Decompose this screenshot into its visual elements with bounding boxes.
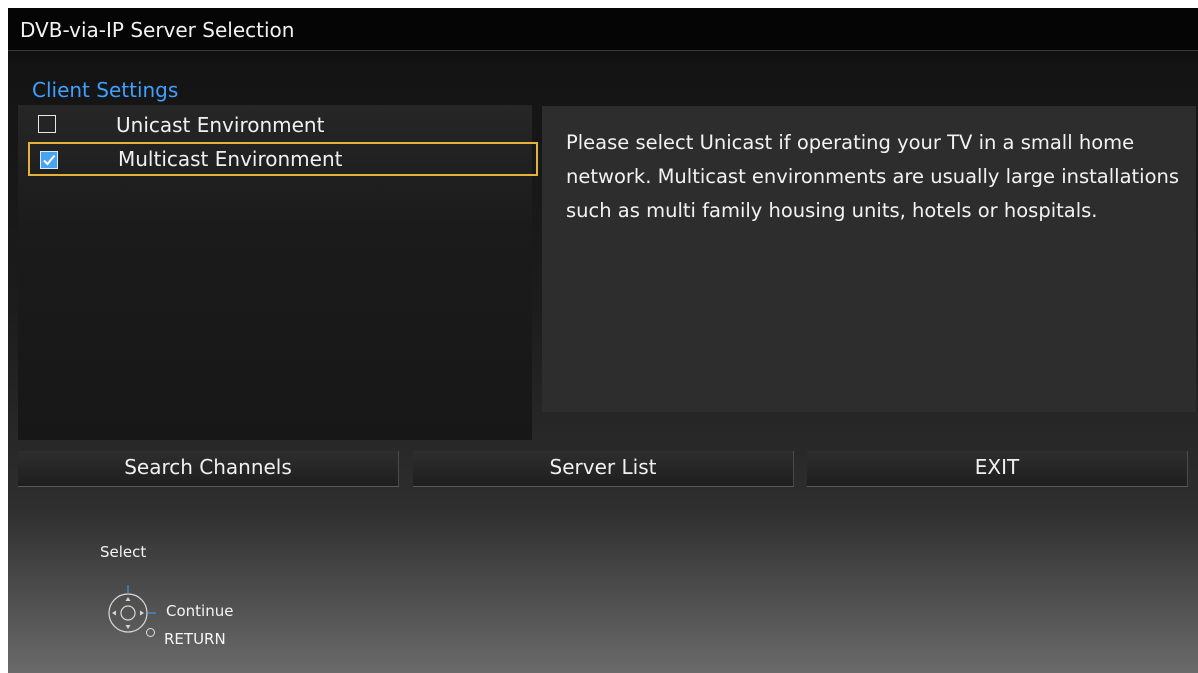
select-hint: Select xyxy=(100,543,147,561)
search-channels-button[interactable]: Search Channels xyxy=(18,451,399,487)
options-list: Unicast Environment Multicast Environmen… xyxy=(18,105,538,440)
multicast-label: Multicast Environment xyxy=(118,147,343,171)
unicast-option[interactable]: Unicast Environment xyxy=(28,108,538,142)
window-title: DVB-via-IP Server Selection xyxy=(20,18,295,42)
multicast-option[interactable]: Multicast Environment xyxy=(28,142,538,176)
checkmark-icon xyxy=(43,154,56,166)
unicast-checkbox[interactable] xyxy=(38,115,56,133)
return-circle-icon xyxy=(146,628,155,637)
title-bar: DVB-via-IP Server Selection xyxy=(8,8,1198,51)
continue-hint: Continue xyxy=(166,602,234,620)
description-text: Please select Unicast if operating your … xyxy=(566,131,1180,222)
return-hint: RETURN xyxy=(164,630,226,648)
client-settings-heading: Client Settings xyxy=(32,78,179,102)
exit-button[interactable]: EXIT xyxy=(807,451,1188,487)
tv-menu-screen: DVB-via-IP Server Selection Client Setti… xyxy=(8,8,1198,673)
server-list-button[interactable]: Server List xyxy=(413,451,794,487)
multicast-checkbox[interactable] xyxy=(40,151,58,169)
unicast-label: Unicast Environment xyxy=(116,113,325,137)
description-panel: Please select Unicast if operating your … xyxy=(542,106,1196,412)
